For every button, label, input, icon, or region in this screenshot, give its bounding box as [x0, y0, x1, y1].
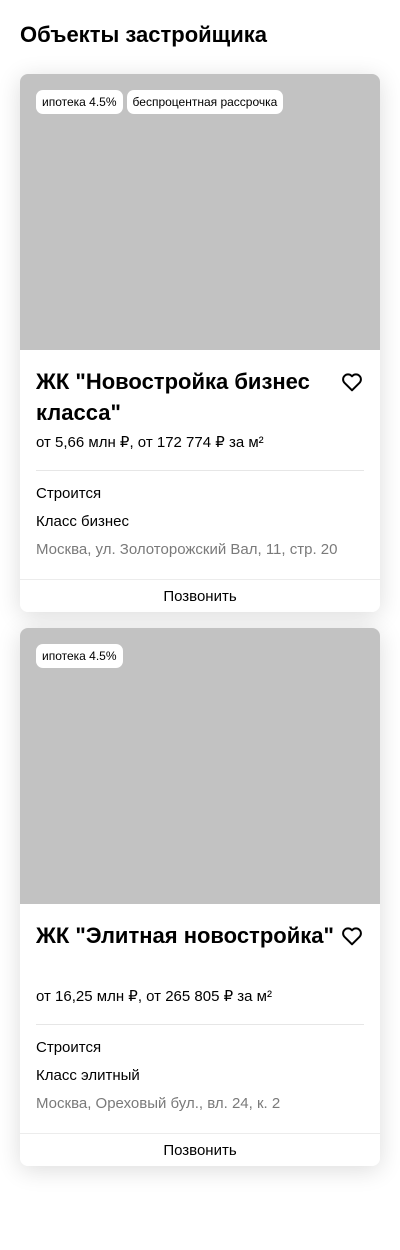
housing-class: Класс элитный: [36, 1067, 140, 1084]
construction-status: Строится: [36, 485, 102, 502]
installment-badge: беспроцентная рассрочка: [126, 90, 284, 114]
favorite-button[interactable]: [340, 370, 364, 394]
divider: [36, 1024, 364, 1025]
property-card[interactable]: ипотека 4.5% беспроцентная рассрочка ЖК …: [20, 74, 380, 612]
mortgage-badge: ипотека 4.5%: [36, 90, 123, 114]
heart-icon: [340, 924, 364, 948]
divider: [36, 470, 364, 471]
price-text: от 16,25 млн ₽, от 265 805 ₽ за м²: [36, 988, 272, 1005]
mortgage-badge: ипотека 4.5%: [36, 644, 123, 668]
heart-icon: [340, 370, 364, 394]
badge-list: ипотека 4.5% беспроцентная рассрочка: [36, 90, 284, 114]
price-text: от 5,66 млн ₽, от 172 774 ₽ за м²: [36, 434, 264, 451]
badge-list: ипотека 4.5%: [36, 644, 123, 668]
page-title: Объекты застройщика: [20, 22, 267, 47]
housing-class: Класс бизнес: [36, 513, 129, 530]
property-card[interactable]: ипотека 4.5% ЖК "Элитная новостройка" от…: [20, 628, 380, 1166]
property-title[interactable]: ЖК "Новостройка бизнес класса": [36, 366, 336, 428]
favorite-button[interactable]: [340, 924, 364, 948]
property-photo[interactable]: ипотека 4.5%: [20, 628, 380, 904]
call-button[interactable]: Позвонить: [20, 579, 380, 612]
construction-status: Строится: [36, 1039, 102, 1056]
call-button[interactable]: Позвонить: [20, 1133, 380, 1166]
property-photo[interactable]: ипотека 4.5% беспроцентная рассрочка: [20, 74, 380, 350]
property-title[interactable]: ЖК "Элитная новостройка": [36, 920, 336, 951]
address-text: Москва, Ореховый бул., вл. 24, к. 2: [36, 1095, 281, 1112]
address-text: Москва, ул. Золоторожский Вал, 11, стр. …: [36, 541, 338, 558]
